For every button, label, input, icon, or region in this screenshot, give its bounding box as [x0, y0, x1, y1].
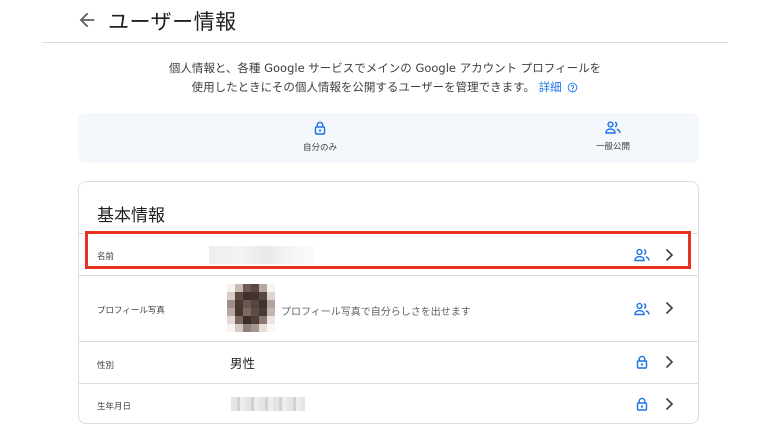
gender-label: 性別 — [97, 361, 115, 371]
card-title: 基本情報 — [97, 206, 165, 226]
avatar — [227, 284, 275, 332]
profile-photo-row[interactable]: プロフィール写真 プロフィール写真で自分らしさを出せます — [79, 275, 698, 341]
birthday-row[interactable]: 生年月日 — [79, 383, 698, 424]
name-label: 名前 — [97, 252, 115, 262]
basic-info-card: 基本情報 名前 プロフィール写真 プロフィール写真で自分らしさを出せます 性別 … — [78, 181, 699, 424]
page-header: ユーザー情報 — [42, 0, 728, 43]
help-circle-icon[interactable] — [567, 82, 578, 93]
learn-more-link[interactable]: 詳細 — [539, 80, 562, 94]
page-title: ユーザー情報 — [108, 10, 237, 34]
birthday-value-blurred — [231, 397, 305, 411]
visibility-legend: 自分のみ 一般公開 — [78, 113, 699, 163]
people-icon — [605, 121, 621, 134]
intro-line-1: 個人情報と、各種 Google サービスでメインの Google アカウント プ… — [168, 61, 602, 75]
legend-private: 自分のみ — [260, 121, 380, 153]
lock-icon — [636, 397, 648, 411]
lock-icon — [636, 355, 648, 369]
people-icon — [634, 248, 650, 262]
intro-text: 個人情報と、各種 Google サービスでメインの Google アカウント プ… — [120, 59, 650, 97]
gender-value: 男性 — [230, 356, 256, 371]
intro-line-2: 使用したときにその個人情報を公開するユーザーを管理できます。 詳細 — [120, 78, 650, 97]
legend-private-label: 自分のみ — [302, 143, 337, 153]
name-value-blurred — [209, 246, 314, 264]
profile-photo-hint: プロフィール写真で自分らしさを出せます — [281, 307, 471, 318]
arrow-back-icon[interactable] — [76, 9, 98, 31]
lock-icon — [314, 121, 326, 135]
chevron-right-icon — [665, 355, 674, 369]
chevron-right-icon — [665, 301, 674, 315]
profile-photo-label: プロフィール写真 — [97, 306, 165, 316]
name-row[interactable]: 名前 — [79, 233, 698, 275]
chevron-right-icon — [665, 397, 674, 411]
birthday-label: 生年月日 — [97, 402, 132, 412]
legend-public: 一般公開 — [553, 121, 673, 152]
chevron-right-icon — [665, 248, 674, 262]
intro-line-2-text: 使用したときにその個人情報を公開するユーザーを管理できます。 — [191, 80, 536, 94]
gender-row[interactable]: 性別 男性 — [79, 341, 698, 383]
legend-public-label: 一般公開 — [595, 142, 630, 152]
people-icon — [634, 302, 650, 316]
